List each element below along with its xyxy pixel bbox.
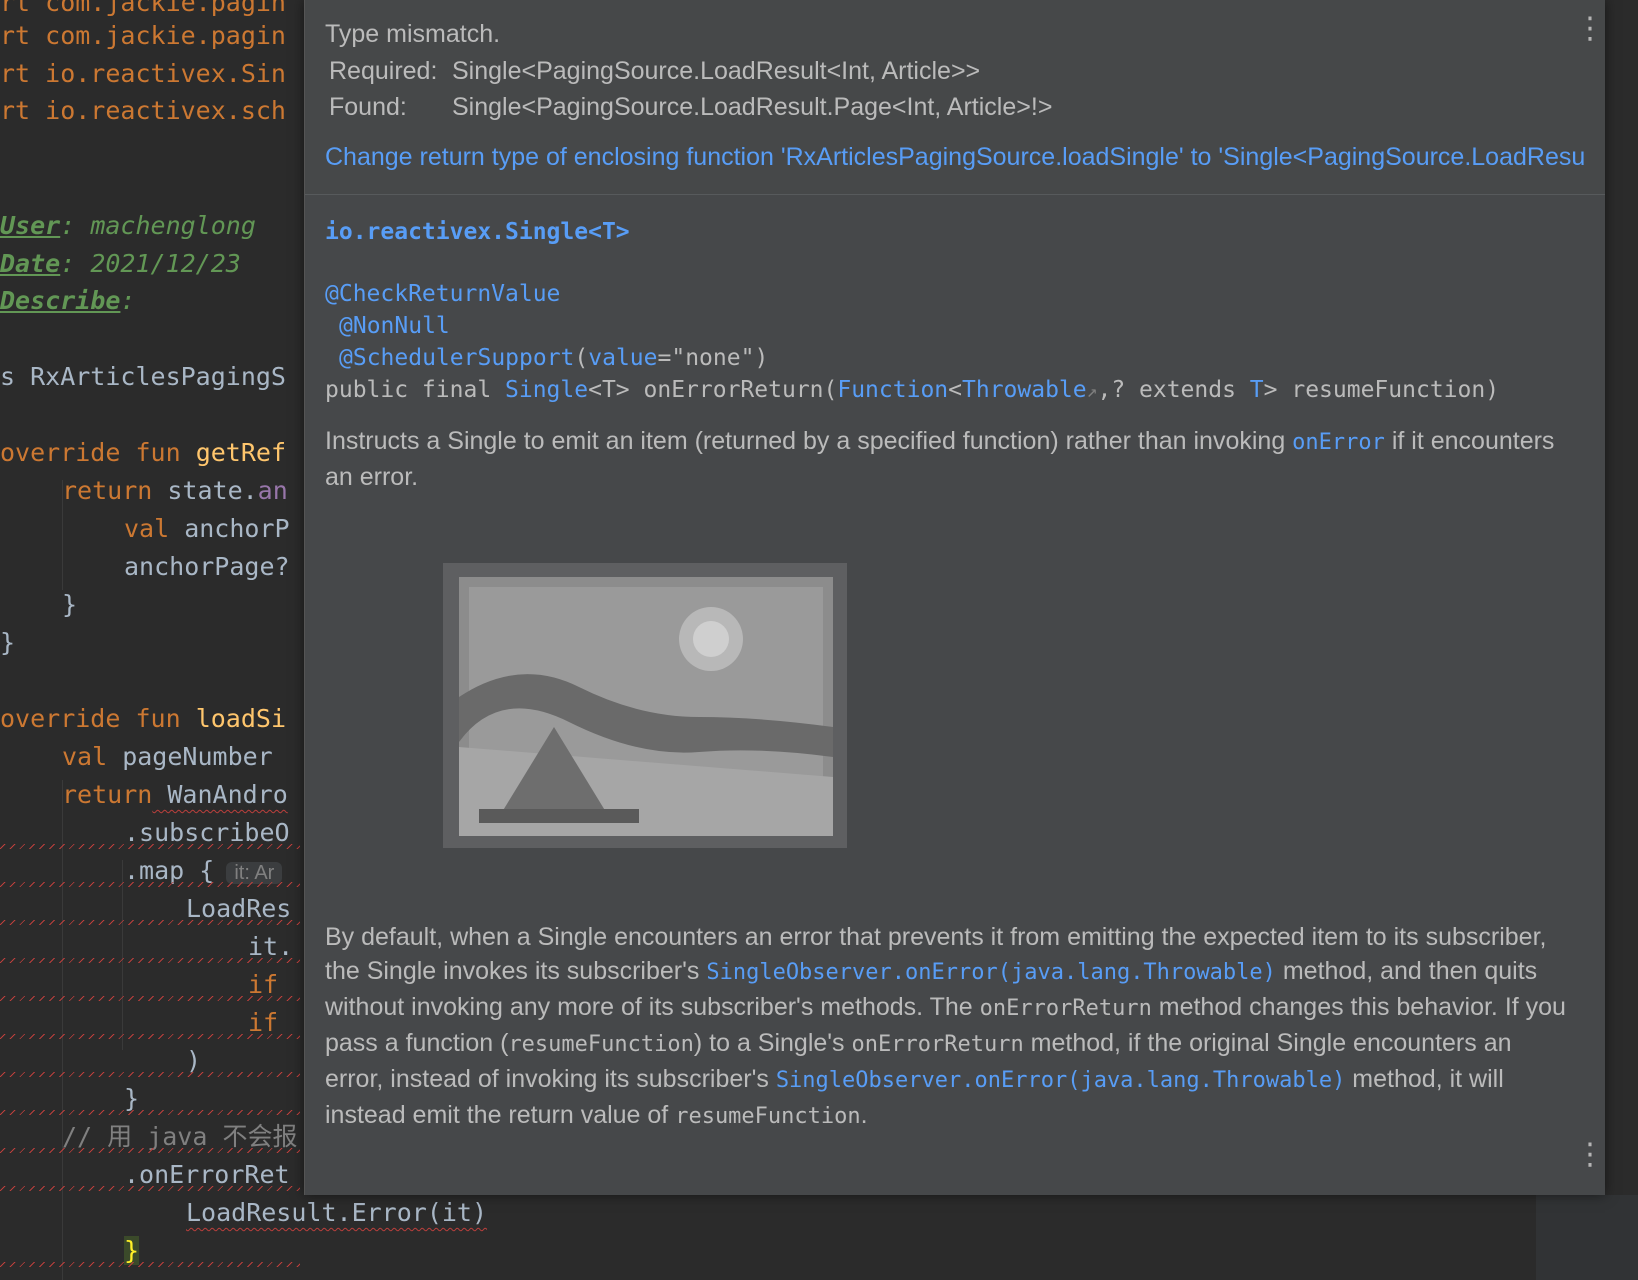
image-icon [459, 577, 833, 836]
external-link-icon: ↗ [1086, 381, 1098, 402]
annotation-schedulersupport: @SchedulerSupport(value="none") [339, 345, 769, 371]
error-underline [0, 920, 300, 925]
indent-guide [62, 780, 63, 1280]
doc-description: Instructs a Single to emit an item (retu… [325, 427, 1555, 491]
code-line: rt com.jackie.pagin [0, 21, 286, 50]
error-title: Type mismatch. [325, 20, 501, 48]
found-label: Found: [329, 93, 407, 121]
error-underline [0, 1148, 300, 1153]
code-line: return state.an [62, 476, 288, 505]
error-underline [0, 1262, 300, 1267]
indent-guide [122, 860, 123, 1050]
code-line: override fun getRef [0, 438, 286, 467]
error-underline [0, 958, 300, 963]
code-line: return WanAndro [62, 780, 288, 809]
throwable-link[interactable]: Throwable [962, 377, 1087, 403]
code-line: rt io.reactivex.sch [0, 96, 286, 125]
error-underline [0, 1186, 300, 1191]
code-line: LoadResult.Error(it) [186, 1198, 488, 1227]
required-type: Single<PagingSource.LoadResult<Int, Arti… [452, 57, 981, 85]
error-underline [0, 844, 300, 849]
doc-comment-line: Date: 2021/12/23 [0, 249, 241, 278]
quickfix-link[interactable]: Change return type of enclosing function… [325, 143, 1585, 172]
code-line: val anchorP [124, 514, 290, 543]
code-line: anchorPage? [124, 552, 290, 581]
doc-details: By default, when a Single encounters an … [325, 923, 1566, 1129]
error-underline [0, 1110, 300, 1115]
marble-diagram-image [443, 563, 847, 848]
doc-comment-line: Describe: [0, 286, 136, 315]
error-tooltip: Type mismatch. Required: Single<PagingSo… [305, 0, 1605, 195]
annotation-nonnull[interactable]: @NonNull [339, 313, 450, 339]
code-line: } [62, 590, 78, 619]
error-underline [0, 1034, 300, 1039]
editor-gutter-right [1536, 1195, 1638, 1280]
code-line: val pageNumber [62, 742, 273, 771]
error-underline [0, 882, 300, 887]
method-signature: public final Single<T> onErrorReturn(Fun… [325, 377, 1500, 403]
more-options-icon[interactable]: ⋮ [1575, 14, 1605, 44]
annotation-checkreturnvalue[interactable]: @CheckReturnValue [325, 281, 560, 307]
function-link[interactable]: Function [837, 377, 948, 403]
code-line: s RxArticlesPagingS [0, 362, 286, 391]
single-link[interactable]: Single [505, 377, 588, 403]
inlay-hint: it: Ar [226, 862, 283, 884]
doc-class-name[interactable]: io.reactivex.Single<T> [325, 219, 630, 245]
doc-comment-line: User: machenglong [0, 211, 256, 240]
code-line: } [0, 628, 16, 657]
error-underline [0, 1072, 300, 1077]
required-label: Required: [329, 57, 438, 85]
singleobserver-onerror-link[interactable]: SingleObserver.onError(java.lang.Throwab… [776, 1068, 1346, 1093]
singleobserver-onerror-link[interactable]: SingleObserver.onError(java.lang.Throwab… [706, 960, 1276, 985]
quick-documentation-popup[interactable]: Type mismatch. Required: Single<PagingSo… [304, 0, 1605, 1195]
code-line: override fun loadSi [0, 704, 286, 733]
onerror-link[interactable]: onError [1292, 430, 1385, 455]
image-placeholder [459, 577, 833, 836]
code-line: rt io.reactivex.Sin [0, 59, 286, 88]
found-type: Single<PagingSource.LoadResult.Page<Int,… [452, 93, 1053, 121]
schedulersupport-link[interactable]: @SchedulerSupport [339, 345, 574, 371]
more-options-icon[interactable]: ⋮ [1575, 1140, 1605, 1170]
error-underline [0, 996, 300, 1001]
